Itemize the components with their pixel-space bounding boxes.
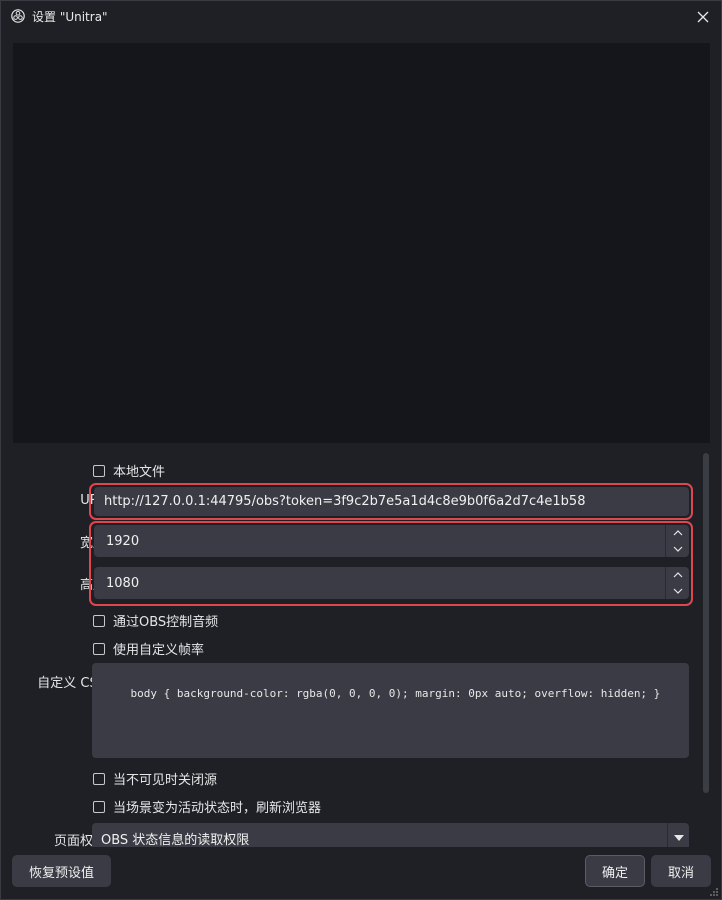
height-spinbox[interactable]: 1080 <box>94 567 689 599</box>
page-permissions-value: OBS 状态信息的读取权限 <box>101 832 250 848</box>
checkbox-box[interactable] <box>93 464 105 477</box>
close-button[interactable] <box>691 5 715 29</box>
resize-grip-icon[interactable] <box>709 887 719 897</box>
close-icon <box>697 11 709 23</box>
height-increment-button[interactable] <box>666 567 690 583</box>
title-bar: 设置 "Unitra" <box>1 1 721 33</box>
chevron-down-icon <box>673 588 683 594</box>
chevron-down-icon <box>673 546 683 552</box>
local-file-checkbox[interactable]: 本地文件 <box>93 461 165 480</box>
cancel-button[interactable]: 取消 <box>651 855 711 887</box>
obs-logo-icon <box>11 9 25 23</box>
checkbox-box[interactable] <box>93 772 105 785</box>
ok-button[interactable]: 确定 <box>585 855 645 887</box>
chevron-up-icon <box>673 530 683 536</box>
width-decrement-button[interactable] <box>666 541 690 557</box>
triangle-down-icon <box>673 835 684 841</box>
custom-css-textarea[interactable]: body { background-color: rgba(0, 0, 0, 0… <box>92 663 689 758</box>
checkbox-box[interactable] <box>93 614 105 627</box>
height-value: 1080 <box>106 575 140 591</box>
control-audio-checkbox[interactable]: 通过OBS控制音频 <box>93 611 218 630</box>
properties-scrollbar[interactable] <box>701 451 711 847</box>
chevron-up-icon <box>673 572 683 578</box>
refresh-active-label: 当场景变为活动状态时，刷新浏览器 <box>113 801 322 816</box>
width-spin-buttons <box>665 525 689 557</box>
window-title: 设置 "Unitra" <box>32 10 108 24</box>
shutdown-hidden-label: 当不可见时关闭源 <box>113 773 218 788</box>
custom-css-value: body { background-color: rgba(0, 0, 0, 0… <box>130 687 661 700</box>
custom-fps-label: 使用自定义帧率 <box>113 643 205 658</box>
shutdown-hidden-checkbox[interactable]: 当不可见时关闭源 <box>93 769 217 788</box>
height-decrement-button[interactable] <box>666 583 690 599</box>
url-value: http://127.0.0.1:44795/obs?token=3f9c2b7… <box>104 494 586 509</box>
width-increment-button[interactable] <box>666 525 690 541</box>
properties-dialog: 设置 "Unitra" 本地文件 URL http://127.0.0.1:44… <box>0 0 722 900</box>
restore-defaults-button[interactable]: 恢复预设值 <box>12 855 111 887</box>
source-preview <box>13 43 710 443</box>
checkbox-box[interactable] <box>93 642 105 655</box>
checkbox-box[interactable] <box>93 800 105 813</box>
url-input[interactable]: http://127.0.0.1:44795/obs?token=3f9c2b7… <box>94 487 689 516</box>
width-value: 1920 <box>106 533 140 549</box>
custom-fps-checkbox[interactable]: 使用自定义帧率 <box>93 639 204 658</box>
scrollbar-thumb[interactable] <box>703 453 709 793</box>
control-audio-label: 通过OBS控制音频 <box>113 615 219 630</box>
dialog-footer: 恢复预设值 确定 取消 <box>1 847 721 899</box>
height-spin-buttons <box>665 567 689 599</box>
refresh-active-checkbox[interactable]: 当场景变为活动状态时，刷新浏览器 <box>93 797 321 816</box>
local-file-label: 本地文件 <box>113 465 166 480</box>
width-spinbox[interactable]: 1920 <box>94 525 689 557</box>
